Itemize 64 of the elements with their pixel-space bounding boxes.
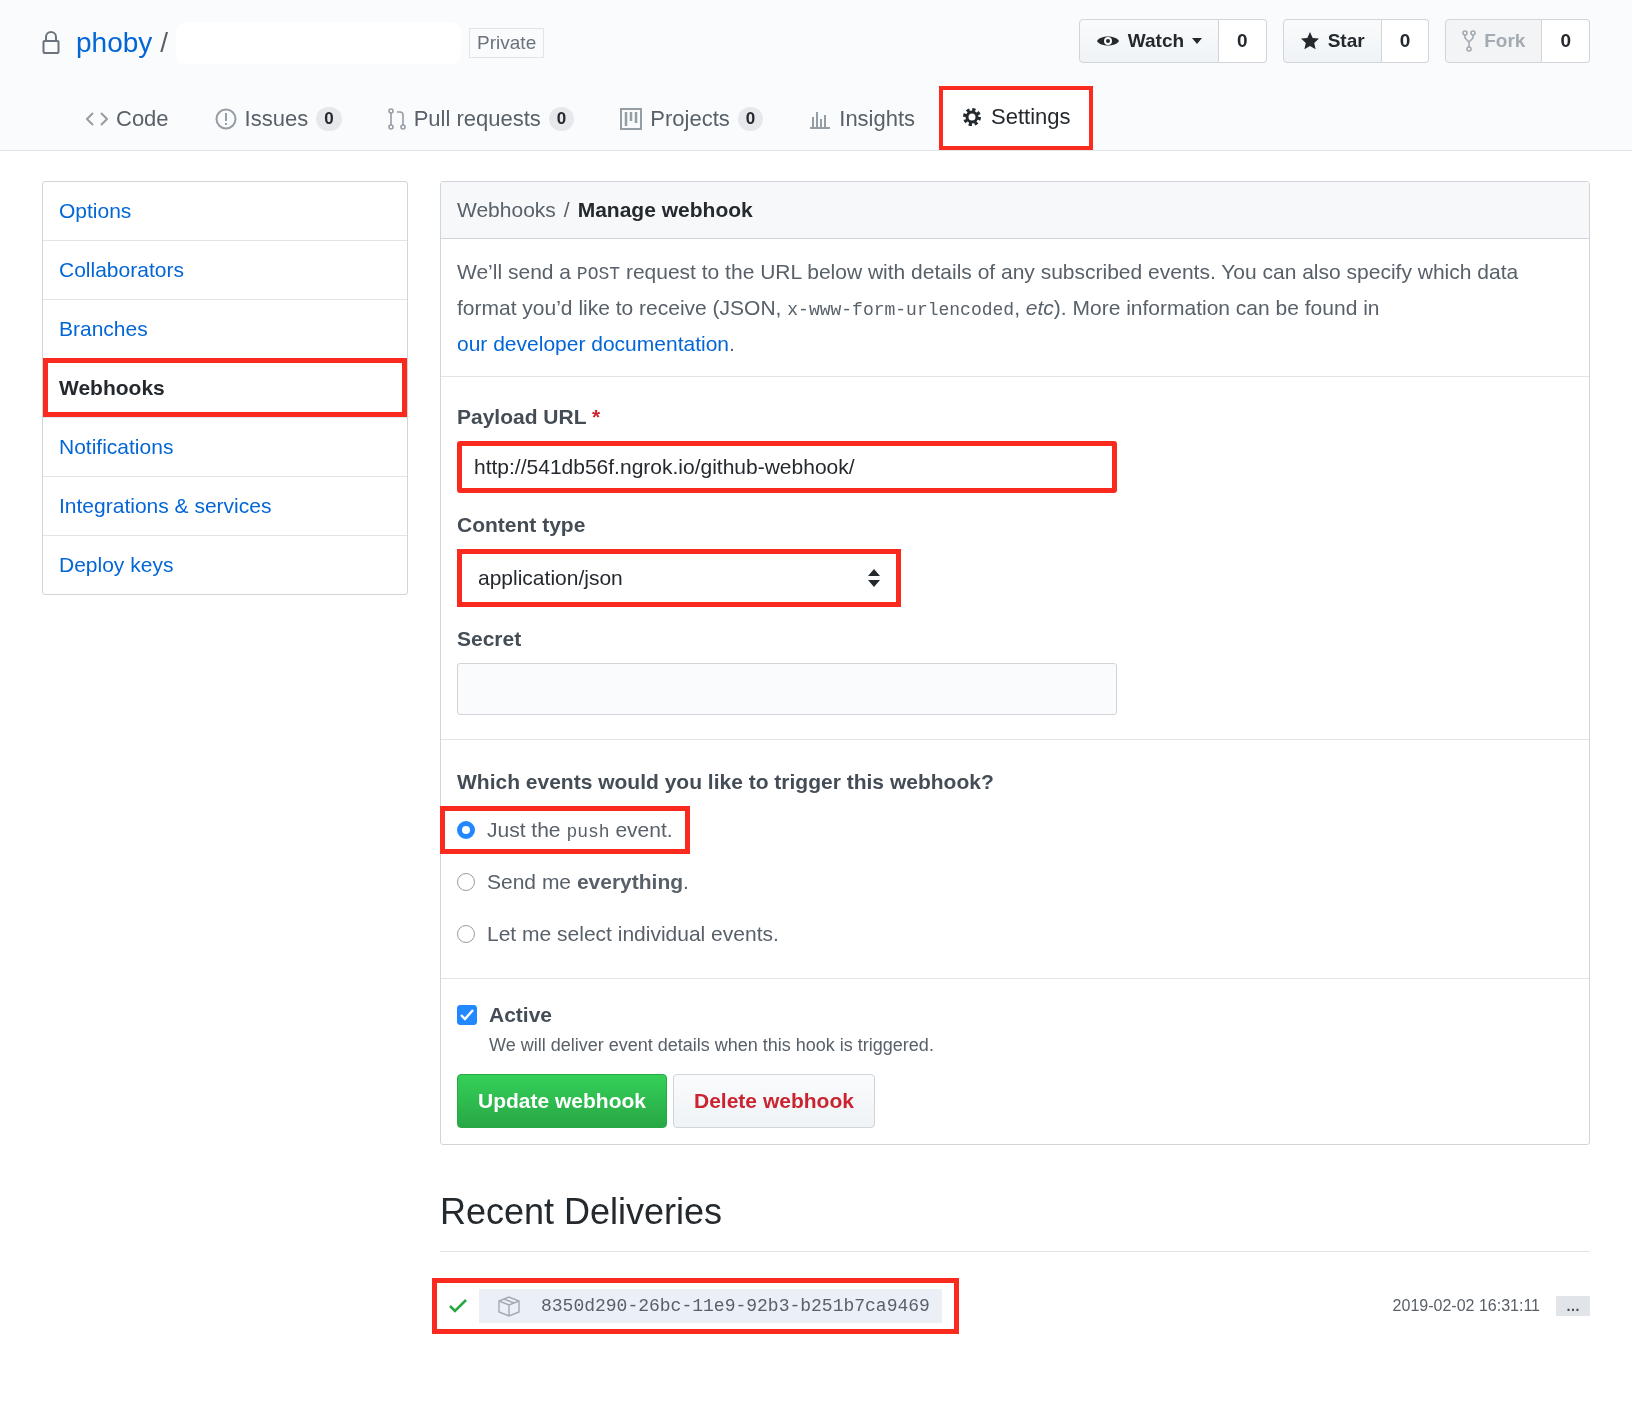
field-label: Payload URL — [457, 405, 587, 428]
secret-field[interactable] — [457, 663, 1117, 715]
action-count: 0 — [1381, 19, 1430, 63]
required-mark: * — [592, 405, 601, 428]
tab-counter: 0 — [316, 107, 342, 131]
documentation-link[interactable]: our developer documentation — [457, 332, 729, 355]
repo-tab[interactable]: Code — [64, 86, 191, 150]
radio-button[interactable] — [457, 821, 475, 839]
sidebar-item[interactable]: Integrations & services — [43, 476, 407, 535]
action-count: 0 — [1219, 19, 1267, 63]
path-separator: / — [160, 27, 169, 59]
owner-link[interactable]: phoby — [76, 27, 153, 59]
more-button[interactable]: … — [1556, 1296, 1590, 1316]
sidebar-item[interactable]: Notifications — [43, 417, 407, 476]
event-option[interactable]: Send me everything. — [440, 858, 706, 906]
tab-counter: 0 — [548, 107, 575, 131]
checkbox-label: Active — [489, 1003, 553, 1027]
event-option[interactable]: Let me select individual events. — [440, 910, 796, 958]
sidebar-item[interactable]: Deploy keys — [43, 535, 407, 594]
select-arrows-icon — [868, 569, 880, 587]
lock-icon — [42, 31, 60, 55]
content-type-select[interactable]: application/json — [457, 549, 901, 607]
delivery-time: 2019-02-02 16:31:11 — [1392, 1297, 1540, 1315]
visibility-label: Private — [469, 28, 545, 58]
repo-tab[interactable]: Pull requests 0 — [365, 86, 597, 150]
breadcrumb-current: Manage webhook — [577, 198, 753, 222]
settings-icon — [961, 106, 984, 128]
delivery-item[interactable]: 8350d290-26bc-11e9-92b3-b251b7ca9469 — [432, 1278, 959, 1334]
caret-icon — [1192, 38, 1203, 44]
section-heading: Recent Deliveries — [440, 1191, 1590, 1252]
checkbox-hint: We will deliver event details when this hook is triggered. — [489, 1035, 935, 1056]
repo-tab[interactable]: Settings — [939, 86, 1093, 150]
repo-tab[interactable]: Insights — [787, 86, 938, 150]
event-option[interactable]: Just the push event. — [440, 806, 690, 854]
fork-icon — [1462, 30, 1477, 52]
issue-icon — [214, 108, 237, 130]
breadcrumb-separator: / — [563, 198, 570, 222]
board-icon — [620, 108, 643, 130]
radio-button[interactable] — [457, 925, 475, 943]
sidebar-item[interactable]: Collaborators — [43, 240, 407, 299]
intro-paragraph: We’ll send a POST request to the URL below with details of any subscribed events. You can also specify which data format you’d like to receive (JSON, x-www-form-urlencoded, etc). More information can be found in our developer documentation. — [457, 259, 1520, 357]
star-icon — [1299, 31, 1320, 51]
sidebar-item[interactable]: Webhooks — [43, 358, 407, 417]
bar-chart-icon — [809, 109, 832, 129]
field-label: Secret — [457, 627, 522, 650]
repo-action-button[interactable]: Watch — [1078, 19, 1220, 63]
delivery-guid: 8350d290-26bc-11e9-92b3-b251b7ca9469 — [541, 1296, 930, 1316]
code-icon — [86, 112, 108, 126]
repo-action-button[interactable]: Star — [1282, 19, 1382, 63]
sidebar-item[interactable]: Options — [43, 182, 407, 240]
package-icon — [497, 1295, 521, 1317]
breadcrumb-link[interactable]: Webhooks — [457, 198, 556, 222]
pull-request-icon — [387, 108, 406, 130]
tab-counter: 0 — [737, 107, 764, 131]
radio-button[interactable] — [457, 873, 475, 891]
sidebar-item[interactable]: Branches — [43, 299, 407, 358]
checkbox[interactable] — [457, 1005, 477, 1025]
repo-tab[interactable]: Projects 0 — [598, 86, 786, 150]
field-label: Content type — [457, 513, 586, 536]
payload-url-field[interactable]: http://541db56f.ngrok.io/github-webhook/ — [457, 441, 1117, 493]
action-count: 0 — [1542, 19, 1590, 63]
events-question: Which events would you like to trigger this webhook? — [457, 770, 995, 794]
repo-tab[interactable]: Issues 0 — [192, 86, 364, 150]
delete-button[interactable]: Delete webhook — [673, 1074, 875, 1128]
